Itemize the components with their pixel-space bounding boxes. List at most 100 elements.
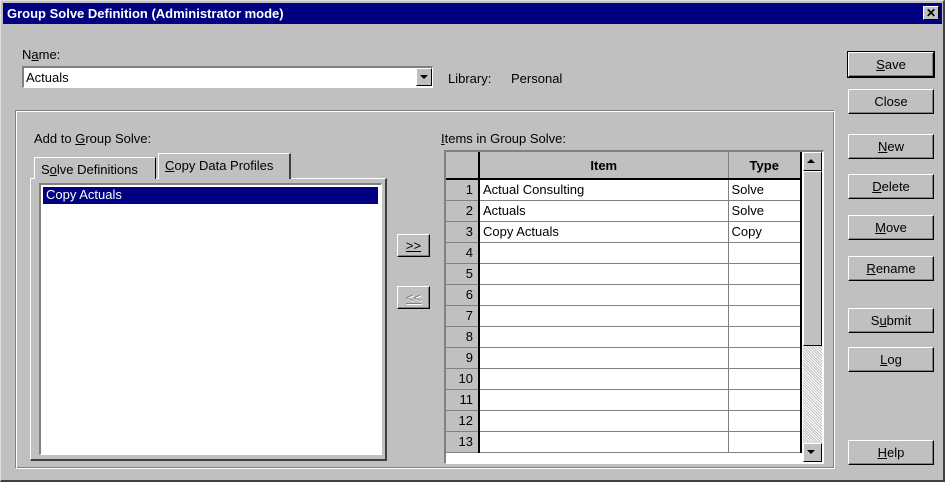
table-row[interactable]: 4 — [446, 242, 802, 264]
item-cell[interactable] — [479, 368, 729, 390]
row-number: 2 — [446, 200, 480, 222]
type-cell[interactable]: Copy — [728, 221, 802, 243]
items-in-group-solve-text: Items in Group Solve: — [441, 131, 567, 146]
type-cell[interactable] — [728, 389, 802, 411]
item-cell[interactable] — [479, 431, 729, 453]
table-row[interactable]: 6 — [446, 284, 802, 306]
new-button-label: New — [877, 139, 904, 154]
item-cell[interactable] — [479, 305, 729, 327]
type-cell[interactable]: Solve — [728, 179, 802, 201]
table-row[interactable]: 11 — [446, 389, 802, 411]
row-number: 4 — [446, 242, 480, 264]
close-button[interactable]: Close — [848, 89, 934, 114]
items-table: Item Type 1 Actual Consulting Solve 2 Actual… — [446, 152, 802, 453]
table-row[interactable]: 7 — [446, 305, 802, 327]
add-to-group-label: >> — [405, 238, 422, 253]
library-value: Personal — [511, 71, 563, 86]
type-cell[interactable] — [728, 347, 802, 369]
table-row[interactable]: 10 — [446, 368, 802, 390]
tab-copy-data-profiles-label: Copy Data Profiles — [165, 158, 274, 173]
grid-corner — [446, 152, 480, 180]
name-combobox-value: Actuals — [26, 70, 69, 85]
close-icon[interactable]: ✕ — [923, 6, 939, 20]
row-number: 10 — [446, 368, 480, 390]
name-label-text: Name: — [22, 47, 61, 62]
remove-from-group-label: << — [405, 290, 422, 305]
tab-solve-definitions-label: Solve Definitions — [41, 162, 138, 177]
type-cell[interactable] — [728, 242, 802, 264]
type-cell[interactable]: Solve — [728, 200, 802, 222]
table-row[interactable]: 8 — [446, 326, 802, 348]
vertical-scrollbar[interactable] — [803, 152, 822, 462]
log-button[interactable]: Log — [848, 347, 934, 372]
item-cell[interactable] — [479, 284, 729, 306]
combobox-dropdown-button[interactable] — [416, 68, 432, 86]
row-number: 5 — [446, 263, 480, 285]
row-number: 11 — [446, 389, 480, 411]
table-row[interactable]: 5 — [446, 263, 802, 285]
item-cell[interactable] — [479, 263, 729, 285]
copy-data-profiles-list[interactable]: Copy Actuals — [39, 183, 382, 455]
save-button[interactable]: Save — [847, 51, 935, 78]
type-cell[interactable] — [728, 368, 802, 390]
scroll-down-button[interactable] — [803, 443, 822, 462]
table-row[interactable]: 3 Copy Actuals Copy — [446, 221, 802, 243]
add-to-group-button[interactable]: >> — [397, 234, 430, 257]
add-to-group-solve-text: Add to Group Solve: — [34, 131, 152, 146]
name-combobox[interactable]: Actuals — [22, 66, 433, 88]
row-number: 12 — [446, 410, 480, 432]
move-button-label: Move — [875, 220, 907, 235]
item-cell[interactable]: Copy Actuals — [479, 221, 729, 243]
new-button[interactable]: New — [848, 134, 934, 159]
scroll-down-icon — [807, 450, 815, 454]
chevron-down-icon — [420, 75, 428, 79]
items-in-group-solve-label: Items in Group Solve: — [441, 131, 566, 146]
row-number: 3 — [446, 221, 480, 243]
item-cell[interactable]: Actuals — [479, 200, 729, 222]
name-label: Name: — [22, 47, 60, 62]
remove-from-group-button[interactable]: << — [397, 286, 430, 309]
add-to-group-solve-label: Add to Group Solve: — [34, 131, 151, 146]
delete-button[interactable]: Delete — [848, 174, 934, 199]
type-cell[interactable] — [728, 326, 802, 348]
type-cell[interactable] — [728, 410, 802, 432]
table-row[interactable]: 2 Actuals Solve — [446, 200, 802, 222]
delete-button-label: Delete — [872, 179, 910, 194]
type-cell[interactable] — [728, 305, 802, 327]
items-grid[interactable]: Item Type 1 Actual Consulting Solve 2 Actual… — [444, 150, 824, 464]
scroll-up-button[interactable] — [803, 152, 822, 171]
type-cell[interactable] — [728, 263, 802, 285]
item-cell[interactable] — [479, 347, 729, 369]
type-cell[interactable] — [728, 284, 802, 306]
type-cell[interactable] — [728, 431, 802, 453]
help-button[interactable]: Help — [848, 440, 934, 465]
log-button-label: Log — [880, 352, 902, 367]
row-number: 6 — [446, 284, 480, 306]
row-number: 8 — [446, 326, 480, 348]
save-button-label: Save — [876, 57, 906, 72]
tab-copy-data-profiles[interactable]: Copy Data Profiles — [158, 153, 291, 179]
scroll-thumb[interactable] — [803, 171, 822, 346]
item-cell[interactable] — [479, 410, 729, 432]
item-cell[interactable] — [479, 326, 729, 348]
row-number: 9 — [446, 347, 480, 369]
table-row[interactable]: 13 — [446, 431, 802, 453]
submit-button[interactable]: Submit — [848, 308, 934, 333]
table-row[interactable]: 9 — [446, 347, 802, 369]
row-number: 13 — [446, 431, 480, 453]
table-row[interactable]: 1 Actual Consulting Solve — [446, 179, 802, 201]
list-item[interactable]: Copy Actuals — [43, 187, 378, 204]
table-header-row: Item Type — [446, 152, 802, 180]
row-number: 7 — [446, 305, 480, 327]
item-cell[interactable] — [479, 242, 729, 264]
rename-button-label: Rename — [866, 261, 916, 276]
column-header-item[interactable]: Item — [479, 152, 729, 180]
item-cell[interactable] — [479, 389, 729, 411]
table-row[interactable]: 12 — [446, 410, 802, 432]
move-button[interactable]: Move — [848, 215, 934, 240]
rename-button[interactable]: Rename — [848, 256, 934, 281]
item-cell[interactable]: Actual Consulting — [479, 179, 729, 201]
group-solve-dialog: Group Solve Definition (Administrator mo… — [0, 0, 945, 482]
column-header-type[interactable]: Type — [728, 152, 802, 180]
tab-solve-definitions[interactable]: Solve Definitions — [34, 157, 156, 179]
